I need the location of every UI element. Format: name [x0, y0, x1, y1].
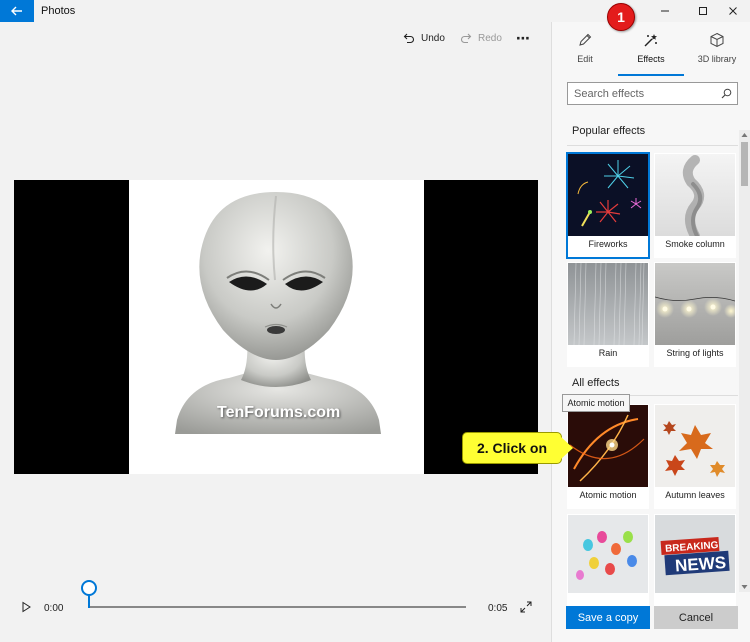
seek-track[interactable] [88, 606, 466, 608]
search-input[interactable] [568, 83, 713, 104]
effect-label: Atomic motion [579, 490, 637, 500]
cancel-button[interactable]: Cancel [654, 606, 738, 629]
effect-label: Rain [598, 348, 618, 358]
search-icon[interactable] [721, 88, 732, 99]
duration-time: 0:05 [488, 603, 508, 614]
arrow-left-icon [11, 6, 22, 16]
close-button[interactable] [716, 0, 750, 22]
effect-label: Fireworks [588, 239, 628, 249]
tab-3d-library[interactable]: 3D library [684, 30, 750, 76]
scroll-thumb[interactable] [741, 142, 748, 186]
more-button[interactable]: ⋯ [516, 30, 530, 47]
maximize-icon [699, 7, 707, 15]
step-2-callout: 2. Click on [462, 432, 562, 464]
effect-tile-rain[interactable]: Rain [567, 262, 649, 367]
atomic-motion-thumbnail [568, 405, 648, 487]
title-bar: Photos [0, 0, 750, 22]
save-copy-button[interactable]: Save a copy [566, 606, 650, 629]
effect-tile-atomic-motion[interactable]: Atomic motion [567, 404, 649, 509]
tab-effects[interactable]: Effects [618, 30, 684, 76]
seek-stem [88, 595, 90, 608]
tooltip: Atomic motion [562, 394, 630, 412]
effect-tile-smoke-column[interactable]: Smoke column [654, 153, 736, 258]
effects-icon [644, 34, 657, 47]
rain-thumbnail [568, 263, 648, 345]
expand-icon[interactable] [520, 601, 532, 613]
panel-scrollbar[interactable] [739, 130, 750, 592]
breaking-news-thumbnail: BREAKING NEWS [655, 515, 735, 593]
undo-label: Undo [421, 32, 445, 44]
undo-button[interactable]: Undo [403, 32, 445, 44]
redo-label: Redo [478, 32, 502, 44]
tab-label: 3D library [697, 54, 737, 64]
maximize-button[interactable] [686, 0, 720, 22]
play-icon[interactable] [20, 601, 32, 613]
search-box[interactable] [567, 82, 738, 105]
close-icon [729, 7, 737, 15]
tab-label: Edit [577, 54, 593, 64]
balloons-thumbnail [568, 515, 648, 593]
effect-tile-balloons[interactable] [567, 514, 649, 619]
alien-bust-image [175, 192, 381, 434]
callout-arrow [561, 437, 573, 459]
redo-button[interactable]: Redo [460, 32, 502, 44]
more-icon: ⋯ [516, 30, 530, 46]
effect-tile-breaking-news[interactable]: BREAKING NEWS [654, 514, 736, 619]
current-time: 0:00 [44, 603, 64, 614]
minimize-button[interactable] [648, 0, 682, 22]
effect-tile-string-of-lights[interactable]: String of lights [654, 262, 736, 367]
app-title: Photos [41, 5, 76, 17]
divider [567, 145, 738, 146]
redo-icon [461, 33, 472, 44]
cube-icon [710, 32, 724, 48]
seek-thumb[interactable] [81, 580, 97, 596]
effects-panel: Edit Effects 3D library Popular effects [551, 22, 750, 642]
lights-thumbnail [655, 263, 735, 345]
scroll-up-icon[interactable] [741, 132, 748, 138]
smoke-thumbnail [655, 154, 735, 236]
video-preview: TenForums.com [14, 180, 538, 474]
pencil-icon [579, 33, 592, 46]
effect-tile-autumn-leaves[interactable]: Autumn leaves [654, 404, 736, 509]
step-1-badge: 1 [607, 3, 635, 31]
effect-label: String of lights [666, 348, 724, 358]
effect-label: Autumn leaves [665, 490, 725, 500]
minimize-icon [661, 10, 669, 12]
active-tab-indicator [618, 74, 684, 76]
undo-icon [403, 33, 414, 44]
tab-edit[interactable]: Edit [552, 30, 618, 76]
effect-tile-fireworks[interactable]: Fireworks [566, 152, 650, 259]
watermark-text: TenForums.com [217, 404, 341, 421]
preview-frame: TenForums.com [129, 180, 424, 474]
scroll-down-icon[interactable] [741, 584, 748, 590]
all-effects-heading: All effects [572, 377, 620, 389]
tab-label: Effects [637, 54, 665, 64]
autumn-leaves-thumbnail [655, 405, 735, 487]
popular-effects-heading: Popular effects [572, 125, 646, 137]
news-text: NEWS [674, 553, 726, 576]
fireworks-thumbnail [568, 154, 648, 236]
back-button[interactable] [0, 0, 34, 22]
effect-label: Smoke column [665, 239, 725, 249]
